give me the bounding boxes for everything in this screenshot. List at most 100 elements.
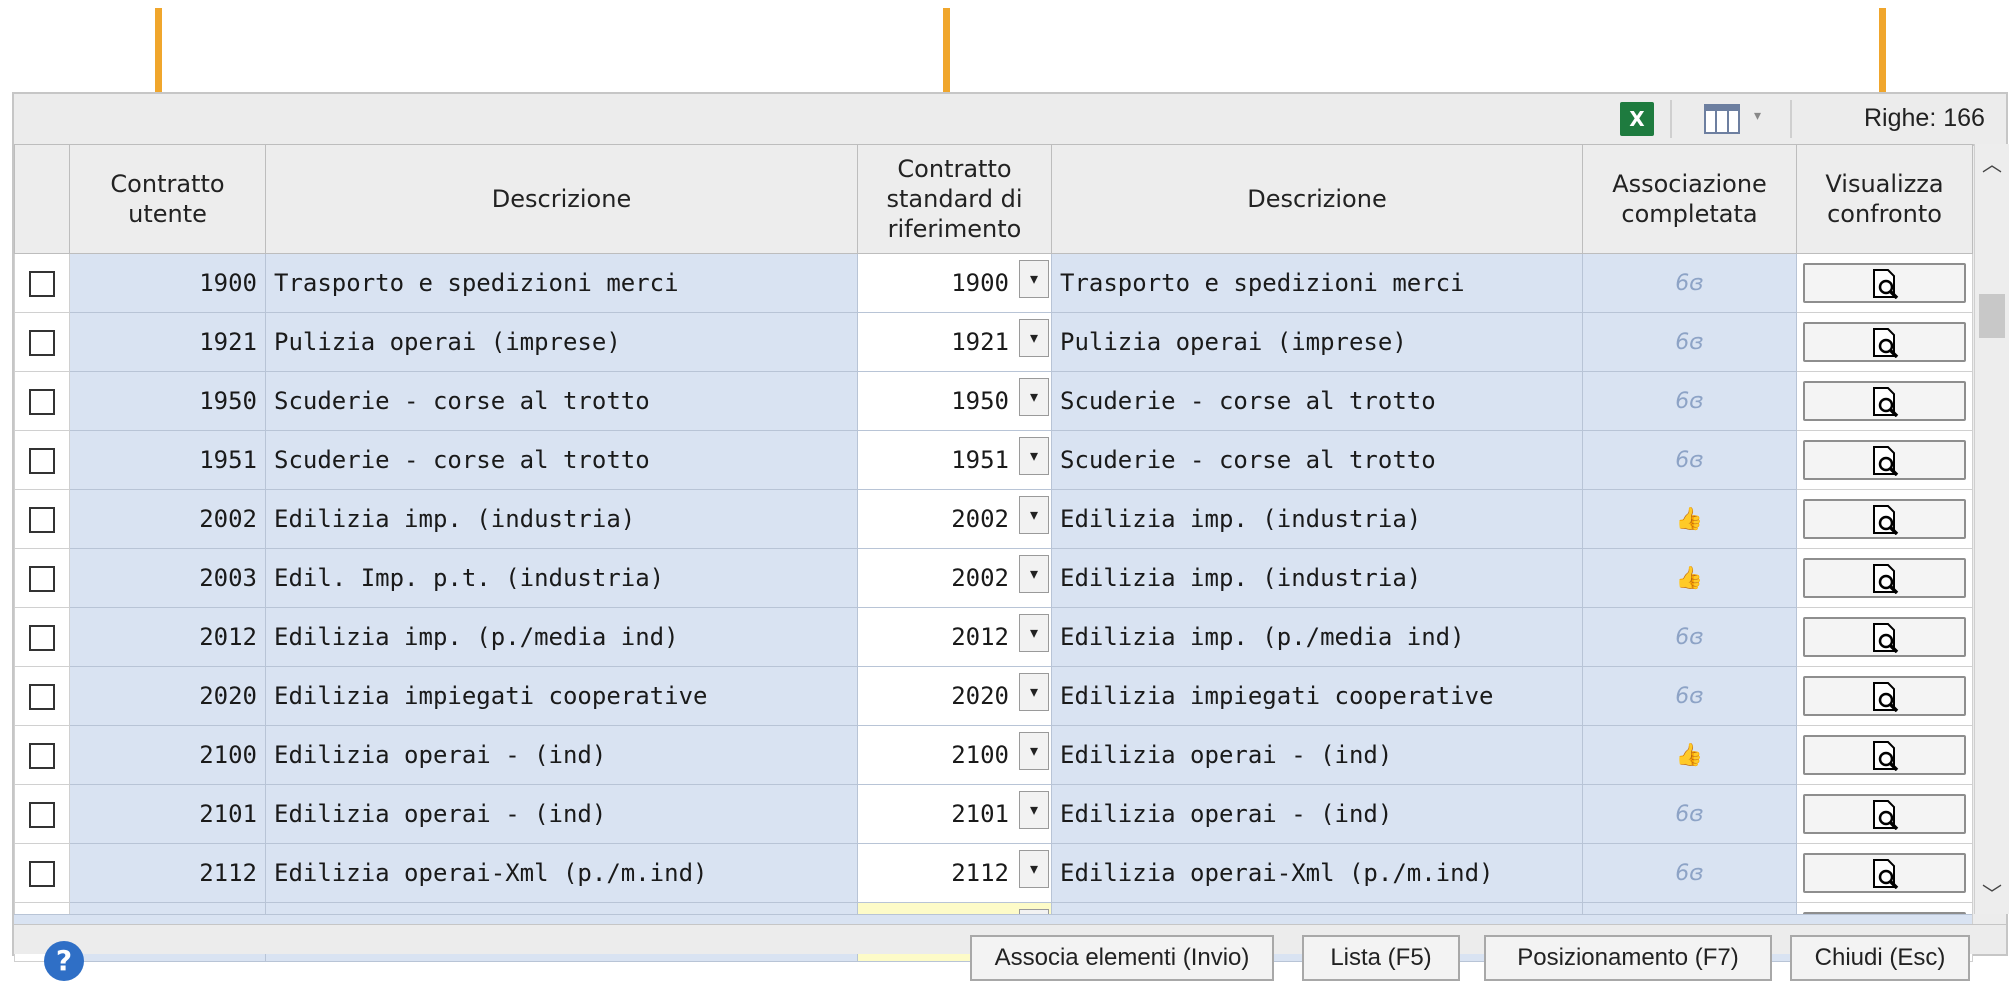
view-compare-cell[interactable]	[1796, 843, 1973, 903]
standard-contract-value[interactable]: 1921	[951, 328, 1009, 356]
table-row[interactable]: 1951 Scuderie - corse al trotto 1951 ▾ Scude…	[14, 430, 1973, 490]
chevron-down-icon[interactable]: ▾	[1019, 378, 1049, 416]
standard-contract-cell[interactable]: 2012 ▾	[857, 607, 1052, 667]
table-row[interactable]: 1950 Scuderie - corse al trotto 1950 ▾ Scude…	[14, 371, 1973, 431]
table-row[interactable]: 2101 Edilizia operai - (ind) 2101 ▾ Edilizia…	[14, 784, 1973, 844]
header-association[interactable]: Associazione completata	[1582, 144, 1797, 254]
view-compare-cell[interactable]	[1796, 430, 1973, 490]
standard-contract-cell[interactable]: 1900 ▾	[857, 253, 1052, 313]
chevron-down-icon[interactable]: ▾	[1019, 673, 1049, 711]
view-compare-button[interactable]	[1803, 322, 1966, 362]
associate-button[interactable]: Associa elementi (Invio)	[970, 935, 1274, 981]
view-compare-button[interactable]	[1803, 440, 1966, 480]
row-checkbox[interactable]	[29, 389, 55, 415]
standard-contract-cell[interactable]: 1950 ▾	[857, 371, 1052, 431]
row-checkbox-cell[interactable]	[14, 489, 70, 549]
view-compare-button[interactable]	[1803, 381, 1966, 421]
standard-contract-cell[interactable]: 2112 ▾	[857, 843, 1052, 903]
row-checkbox-cell[interactable]	[14, 784, 70, 844]
view-compare-button[interactable]	[1803, 794, 1966, 834]
row-checkbox[interactable]	[29, 625, 55, 651]
table-row[interactable]: 2112 Edilizia operai-Xml (p./m.ind) 2112 ▾ E…	[14, 843, 1973, 903]
row-checkbox-cell[interactable]	[14, 607, 70, 667]
scroll-down-icon[interactable]: ﹀	[1975, 874, 2009, 914]
standard-contract-cell[interactable]: 2002 ▾	[857, 548, 1052, 608]
standard-contract-value[interactable]: 1951	[951, 446, 1009, 474]
row-checkbox[interactable]	[29, 330, 55, 356]
table-row[interactable]: 1921 Pulizia operai (imprese) 1921 ▾ Pulizia…	[14, 312, 1973, 372]
standard-contract-value[interactable]: 2020	[951, 682, 1009, 710]
row-checkbox-cell[interactable]	[14, 843, 70, 903]
view-compare-button[interactable]	[1803, 676, 1966, 716]
chevron-down-icon[interactable]: ▾	[1019, 555, 1049, 593]
chevron-down-icon[interactable]: ▾	[1754, 108, 1761, 124]
table-row[interactable]: 1900 Trasporto e spedizioni merci 1900 ▾ Tra…	[14, 253, 1973, 313]
chevron-down-icon[interactable]: ▾	[1019, 496, 1049, 534]
chevron-down-icon[interactable]: ▾	[1019, 732, 1049, 770]
view-compare-button[interactable]	[1803, 499, 1966, 539]
chevron-down-icon[interactable]: ▾	[1019, 614, 1049, 652]
view-compare-cell[interactable]	[1796, 371, 1973, 431]
header-description[interactable]: Descrizione	[265, 144, 858, 254]
standard-contract-cell[interactable]: 2020 ▾	[857, 666, 1052, 726]
row-checkbox[interactable]	[29, 802, 55, 828]
scrollbar-thumb[interactable]	[1979, 294, 2005, 338]
table-row[interactable]: 2020 Edilizia impiegati cooperative 2020 ▾ E…	[14, 666, 1973, 726]
row-checkbox-cell[interactable]	[14, 666, 70, 726]
standard-contract-value[interactable]: 2100	[951, 741, 1009, 769]
view-compare-button[interactable]	[1803, 853, 1966, 893]
list-button[interactable]: Lista (F5)	[1302, 935, 1460, 981]
view-compare-cell[interactable]	[1796, 548, 1973, 608]
standard-contract-value[interactable]: 2002	[951, 505, 1009, 533]
row-checkbox[interactable]	[29, 566, 55, 592]
chevron-down-icon[interactable]: ▾	[1019, 850, 1049, 888]
view-compare-cell[interactable]	[1796, 312, 1973, 372]
standard-contract-value[interactable]: 2002	[951, 564, 1009, 592]
standard-contract-value[interactable]: 1950	[951, 387, 1009, 415]
standard-contract-cell[interactable]: 2100 ▾	[857, 725, 1052, 785]
row-checkbox[interactable]	[29, 271, 55, 297]
column-chooser-icon[interactable]	[1704, 104, 1740, 134]
view-compare-cell[interactable]	[1796, 666, 1973, 726]
table-row[interactable]: 2100 Edilizia operai - (ind) 2100 ▾ Edilizia…	[14, 725, 1973, 785]
close-button[interactable]: Chiudi (Esc)	[1790, 935, 1970, 981]
view-compare-cell[interactable]	[1796, 784, 1973, 844]
table-row[interactable]: 2012 Edilizia imp. (p./media ind) 2012 ▾ Edi…	[14, 607, 1973, 667]
view-compare-cell[interactable]	[1796, 489, 1973, 549]
row-checkbox[interactable]	[29, 861, 55, 887]
view-compare-cell[interactable]	[1796, 725, 1973, 785]
header-view-compare[interactable]: Visualizza confronto	[1796, 144, 1973, 254]
table-row[interactable]: 2003 Edil. Imp. p.t. (industria) 2002 ▾ Edil…	[14, 548, 1973, 608]
standard-contract-cell[interactable]: 2101 ▾	[857, 784, 1052, 844]
row-checkbox-cell[interactable]	[14, 430, 70, 490]
vertical-scrollbar[interactable]: ︿ ﹀	[1974, 144, 2009, 914]
chevron-down-icon[interactable]: ▾	[1019, 260, 1049, 298]
row-checkbox[interactable]	[29, 684, 55, 710]
row-checkbox[interactable]	[29, 743, 55, 769]
scroll-up-icon[interactable]: ︿	[1975, 144, 2009, 184]
view-compare-button[interactable]	[1803, 735, 1966, 775]
position-button[interactable]: Posizionamento (F7)	[1484, 935, 1772, 981]
standard-contract-cell[interactable]: 2002 ▾	[857, 489, 1052, 549]
view-compare-button[interactable]	[1803, 263, 1966, 303]
chevron-down-icon[interactable]: ▾	[1019, 319, 1049, 357]
standard-contract-value[interactable]: 2101	[951, 800, 1009, 828]
chevron-down-icon[interactable]: ▾	[1019, 791, 1049, 829]
header-standard-contract[interactable]: Contratto standard di riferimento	[857, 144, 1052, 254]
row-checkbox-cell[interactable]	[14, 253, 70, 313]
view-compare-cell[interactable]	[1796, 253, 1973, 313]
row-checkbox-cell[interactable]	[14, 371, 70, 431]
view-compare-cell[interactable]	[1796, 607, 1973, 667]
standard-contract-value[interactable]: 2112	[951, 859, 1009, 887]
excel-export-icon[interactable]: X	[1620, 102, 1654, 136]
help-icon[interactable]: ?	[44, 941, 84, 981]
view-compare-button[interactable]	[1803, 617, 1966, 657]
table-row[interactable]: 2002 Edilizia imp. (industria) 2002 ▾ Ediliz…	[14, 489, 1973, 549]
standard-contract-value[interactable]: 2012	[951, 623, 1009, 651]
row-checkbox-cell[interactable]	[14, 725, 70, 785]
standard-contract-value[interactable]: 1900	[951, 269, 1009, 297]
row-checkbox[interactable]	[29, 507, 55, 533]
view-compare-button[interactable]	[1803, 558, 1966, 598]
header-select[interactable]	[14, 144, 70, 254]
header-std-description[interactable]: Descrizione	[1051, 144, 1583, 254]
